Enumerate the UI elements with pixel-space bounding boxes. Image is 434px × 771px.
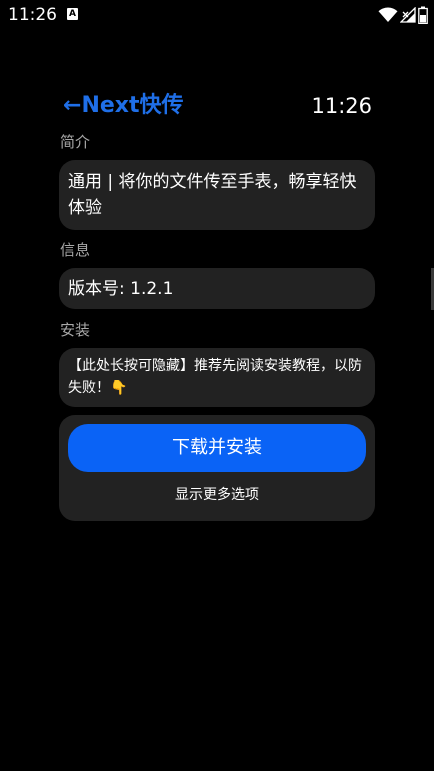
app-header: ←Next快传 11:26 [63, 90, 375, 124]
intro-card: 通用 | 将你的文件传至手表，畅享轻快体验 [59, 160, 375, 230]
install-note-card[interactable]: 【此处长按可隐藏】推荐先阅读安装教程，以防失败！👇 [59, 348, 375, 407]
version-text: 版本号: 1.2.1 [68, 279, 174, 299]
notification-badge-icon: A [67, 8, 78, 20]
back-arrow-icon: ← [63, 93, 82, 118]
status-icons [378, 5, 428, 25]
app-title: Next快传 [81, 93, 184, 118]
wifi-icon [378, 7, 398, 23]
actions-card: 下载并安装 显示更多选项 [59, 415, 375, 521]
signal-icon [400, 7, 416, 23]
battery-icon [418, 6, 428, 24]
status-bar: 11:26 A [0, 0, 434, 30]
install-label: 安装 [60, 321, 91, 339]
header-clock: 11:26 [311, 94, 372, 118]
intro-label: 简介 [60, 133, 91, 151]
more-options-link[interactable]: 显示更多选项 [59, 485, 375, 505]
intro-text: 通用 | 将你的文件传至手表，畅享轻快体验 [68, 172, 357, 218]
install-note-text: 【此处长按可隐藏】推荐先阅读安装教程，以防失败！👇 [68, 358, 362, 396]
info-card: 版本号: 1.2.1 [59, 268, 375, 309]
info-label: 信息 [60, 241, 91, 259]
download-install-button[interactable]: 下载并安装 [68, 424, 366, 472]
back-button[interactable]: ←Next快传 [63, 90, 183, 122]
status-time: 11:26 [8, 5, 57, 25]
